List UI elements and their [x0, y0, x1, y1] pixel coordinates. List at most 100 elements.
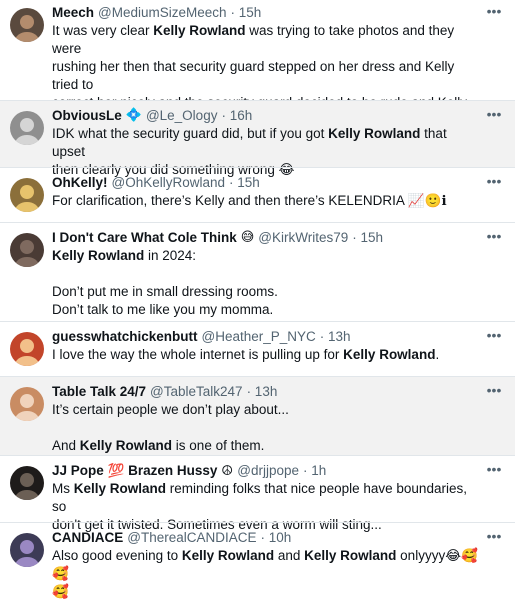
text-segment: rushing her then that security guard ste…	[52, 59, 459, 92]
tweet-header: Meech @MediumSizeMeech · 15h	[52, 4, 481, 22]
tweet[interactable]: Table Talk 24/7 @TableTalk247 · 13h It’s ce…	[0, 377, 515, 455]
tweet-text-line: I love the way the whole internet is pul…	[52, 346, 481, 364]
display-name[interactable]: I Don't Care What Cole Think	[52, 229, 237, 247]
user-handle[interactable]: @Le_Ology	[146, 107, 218, 125]
avatar[interactable]	[10, 387, 44, 421]
profile-photo-icon	[10, 8, 44, 42]
profile-photo-icon	[10, 111, 44, 145]
timestamp[interactable]: · 15h	[229, 174, 260, 192]
tweet[interactable]: CANDIACE @TherealCANDIACE · 10h Also good e…	[0, 523, 515, 600]
more-options-icon[interactable]: •••	[485, 107, 503, 123]
timestamp[interactable]: · 16h	[221, 107, 252, 125]
more-options-icon[interactable]: •••	[485, 328, 503, 344]
timestamp[interactable]: · 15h	[352, 229, 383, 247]
mention-highlight: Kelly Rowland	[328, 126, 421, 141]
tweet-body: guesswhatchickenbutt @Heather_P_NYC · 13h I…	[52, 328, 515, 376]
divider	[0, 100, 515, 101]
tweet-header: OhKelly! @OhKellyRowland · 15h	[52, 174, 481, 192]
display-name[interactable]: guesswhatchickenbutt	[52, 328, 198, 346]
name-emoji: 😅	[240, 230, 255, 245]
tweet-text-line: IDK what the security guard did, but if …	[52, 125, 481, 161]
mention-highlight: Kelly Rowland	[153, 23, 246, 38]
tweet-text: For clarification, there’s Kelly and the…	[52, 192, 481, 210]
mention-highlight: Kelly Rowland	[181, 548, 275, 563]
divider	[0, 376, 515, 377]
tweet-body: ObviousLe 💠 @Le_Ology · 16h IDK what the sec…	[52, 107, 515, 177]
avatar[interactable]	[10, 332, 44, 366]
avatar[interactable]	[10, 8, 44, 42]
more-options-icon[interactable]: •••	[485, 229, 503, 245]
display-name[interactable]: Meech	[52, 4, 94, 22]
tweet-body: CANDIACE @TherealCANDIACE · 10h Also good e…	[52, 529, 515, 600]
text-segment: and	[274, 548, 305, 563]
tweet-text-line: Don’t put me in small dressing rooms.	[52, 283, 481, 301]
text-segment: It’s certain people we don’t play about.…	[52, 402, 289, 417]
timestamp[interactable]: · 1h	[303, 462, 326, 480]
tweet[interactable]: JJ Pope 💯 Brazen Hussy ☮ @drjjpope · 1h Ms …	[0, 456, 515, 532]
tweet-text-line: Ms Kelly Rowland reminding folks that ni…	[52, 480, 481, 516]
user-handle[interactable]: @OhKellyRowland	[112, 174, 226, 192]
divider	[0, 522, 515, 523]
tweet-text: Kelly Rowland in 2024: Don’t put me in sm…	[52, 247, 481, 319]
divider	[0, 455, 515, 456]
user-handle[interactable]: @KirkWrites79	[258, 229, 348, 247]
text-segment: For clarification, there’s Kelly and the…	[52, 193, 447, 208]
display-name[interactable]: CANDIACE	[52, 529, 123, 547]
mention-highlight: Kelly Rowland	[73, 481, 167, 496]
user-handle[interactable]: @MediumSizeMeech	[98, 4, 227, 22]
tweet-text-line	[52, 265, 481, 283]
tweet-header: CANDIACE @TherealCANDIACE · 10h	[52, 529, 481, 547]
tweet-body: I Don't Care What Cole Think 😅 @KirkWrites…	[52, 229, 515, 321]
more-options-icon[interactable]: •••	[485, 529, 503, 545]
timestamp[interactable]: · 10h	[261, 529, 292, 547]
more-options-icon[interactable]: •••	[485, 383, 503, 399]
tweet-text-line: Kelly Rowland in 2024:	[52, 247, 481, 265]
tweet[interactable]: OhKelly! @OhKellyRowland · 15h For clarific…	[0, 168, 515, 222]
tweet-body: OhKelly! @OhKellyRowland · 15h For clarific…	[52, 174, 515, 222]
user-handle[interactable]: @drjjpope	[237, 462, 299, 480]
text-segment: I love the way the whole internet is pul…	[52, 347, 344, 362]
mention-highlight: Kelly Rowland	[52, 248, 145, 263]
text-segment: 🥰	[52, 584, 69, 599]
display-name[interactable]: ObviousLe	[52, 107, 122, 125]
timestamp[interactable]: · 13h	[247, 383, 278, 401]
timestamp[interactable]: · 15h	[231, 4, 262, 22]
tweet-text-line: For clarification, there’s Kelly and the…	[52, 192, 481, 210]
tweet-text-line: rushing her then that security guard ste…	[52, 58, 481, 94]
display-name[interactable]: Table Talk 24/7	[52, 383, 146, 401]
mention-highlight: Kelly Rowland	[304, 548, 397, 563]
user-handle[interactable]: @TherealCANDIACE	[127, 529, 256, 547]
profile-photo-icon	[10, 332, 44, 366]
text-segment: Also good evening to	[52, 548, 182, 563]
divider	[0, 321, 515, 322]
avatar[interactable]	[10, 178, 44, 212]
mention-highlight: Kelly Rowland	[79, 438, 173, 453]
profile-photo-icon	[10, 233, 44, 267]
text-segment: And	[52, 438, 80, 453]
tweet-header: I Don't Care What Cole Think 😅 @KirkWrites…	[52, 229, 481, 247]
tweet-header: ObviousLe 💠 @Le_Ology · 16h	[52, 107, 481, 125]
tweet-body: JJ Pope 💯 Brazen Hussy ☮ @drjjpope · 1h Ms …	[52, 462, 515, 532]
divider	[0, 167, 515, 168]
avatar[interactable]	[10, 111, 44, 145]
tweet-feed: Meech @MediumSizeMeech · 15h It was very cl…	[0, 0, 515, 600]
more-options-icon[interactable]: •••	[485, 462, 503, 478]
display-name[interactable]: JJ Pope 💯 Brazen Hussy ☮	[52, 462, 233, 480]
more-options-icon[interactable]: •••	[485, 174, 503, 190]
tweet[interactable]: I Don't Care What Cole Think 😅 @KirkWrites…	[0, 223, 515, 321]
tweet[interactable]: ObviousLe 💠 @Le_Ology · 16h IDK what the sec…	[0, 101, 515, 177]
tweet-text-line	[52, 419, 481, 437]
tweet[interactable]: Meech @MediumSizeMeech · 15h It was very cl…	[0, 0, 515, 146]
profile-photo-icon	[10, 533, 44, 567]
user-handle[interactable]: @Heather_P_NYC	[202, 328, 316, 346]
timestamp[interactable]: · 13h	[320, 328, 351, 346]
avatar[interactable]	[10, 233, 44, 267]
avatar[interactable]	[10, 533, 44, 567]
display-name[interactable]: OhKelly!	[52, 174, 108, 192]
divider	[0, 222, 515, 223]
avatar[interactable]	[10, 466, 44, 500]
tweet-text-line: It was very clear Kelly Rowland was tryi…	[52, 22, 481, 58]
more-options-icon[interactable]: •••	[485, 4, 503, 20]
tweet[interactable]: guesswhatchickenbutt @Heather_P_NYC · 13h I…	[0, 322, 515, 376]
user-handle[interactable]: @TableTalk247	[150, 383, 243, 401]
